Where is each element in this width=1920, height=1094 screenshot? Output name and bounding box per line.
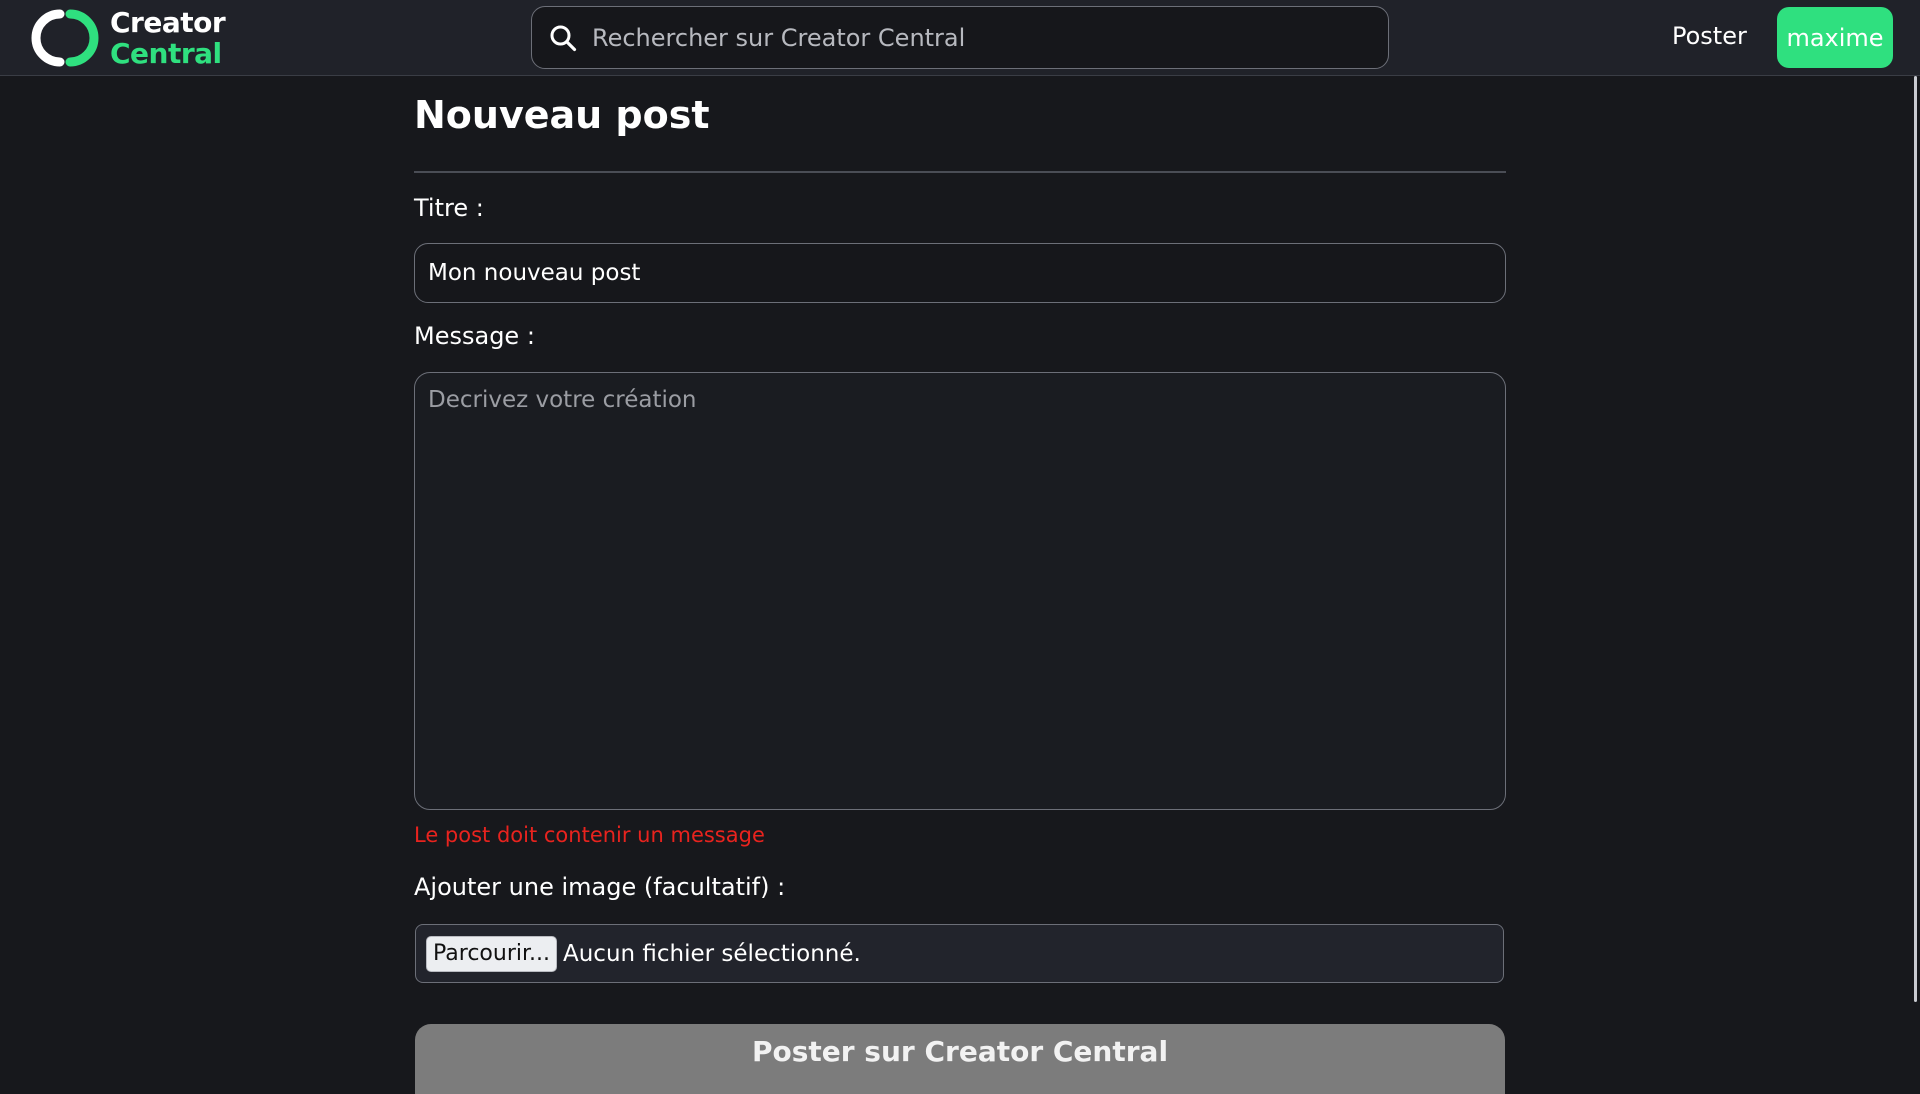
search-input[interactable] bbox=[590, 7, 1388, 68]
logo-text-line2: Central bbox=[110, 37, 222, 70]
title-divider bbox=[414, 171, 1506, 173]
title-label: Titre : bbox=[414, 194, 484, 222]
image-file-input[interactable]: Parcourir... Aucun fichier sélectionné. bbox=[415, 924, 1504, 983]
search-bar[interactable] bbox=[531, 6, 1389, 69]
image-upload-label: Ajouter une image (facultatif) : bbox=[414, 873, 786, 901]
logo[interactable]: Creator Central bbox=[26, 6, 226, 70]
scrollbar[interactable] bbox=[1910, 76, 1920, 1080]
message-textarea[interactable] bbox=[414, 372, 1506, 810]
scrollbar-thumb[interactable] bbox=[1914, 76, 1917, 1002]
submit-post-button[interactable]: Poster sur Creator Central bbox=[415, 1024, 1505, 1094]
search-icon bbox=[548, 23, 578, 53]
message-error-text: Le post doit contenir un message bbox=[414, 823, 765, 847]
top-navbar: Creator Central Poster maxime bbox=[0, 0, 1920, 76]
user-menu-button[interactable]: maxime bbox=[1777, 7, 1893, 68]
message-label: Message : bbox=[414, 322, 535, 350]
title-input[interactable] bbox=[414, 243, 1506, 303]
browse-button[interactable]: Parcourir... bbox=[426, 935, 557, 972]
logo-text: Creator Central bbox=[110, 6, 226, 70]
creator-central-logo-icon bbox=[31, 9, 99, 67]
page-title: Nouveau post bbox=[414, 93, 710, 137]
nav-post-link[interactable]: Poster bbox=[1672, 18, 1747, 54]
logo-text-line1: Creator bbox=[110, 6, 226, 39]
file-status-text: Aucun fichier sélectionné. bbox=[562, 940, 861, 967]
